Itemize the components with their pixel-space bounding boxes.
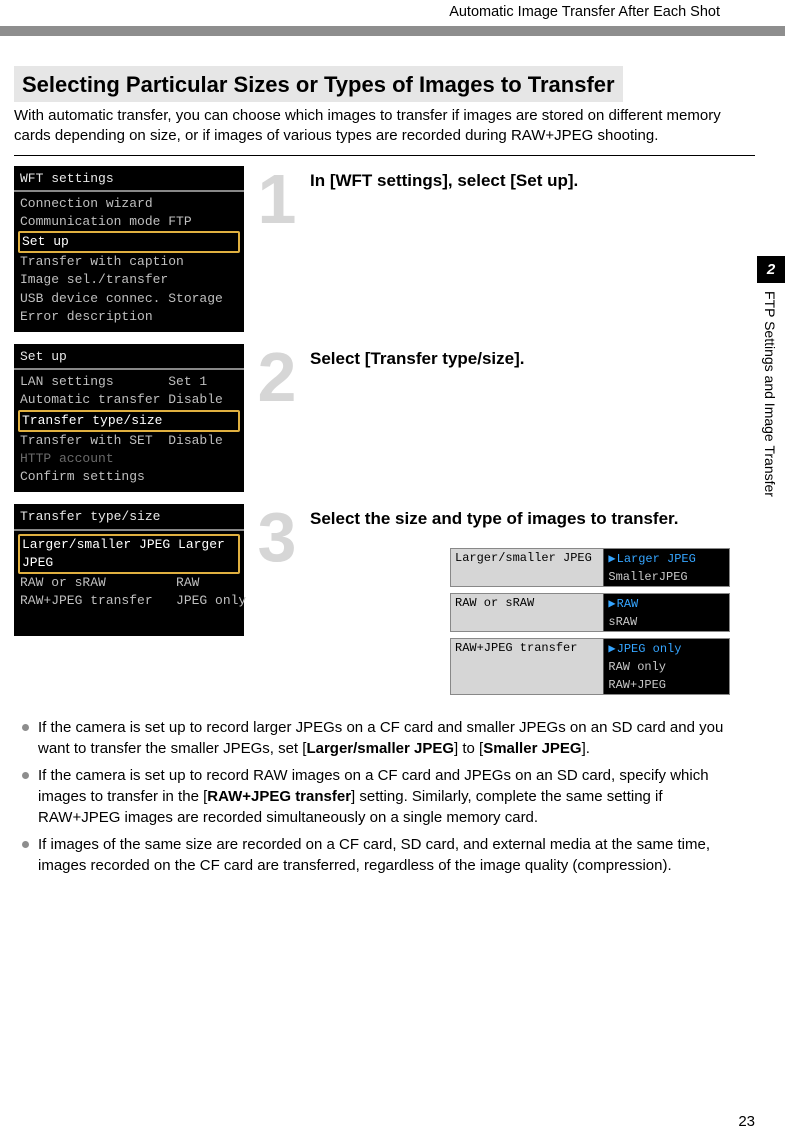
lcd-title: WFT settings (14, 170, 244, 192)
popout-selected: JPEG only (617, 642, 682, 656)
side-tab: 2 FTP Settings and Image Transfer (757, 256, 785, 523)
popout-raw-jpeg: RAW+JPEG transfer ▶JPEG only RAW only RA… (450, 638, 730, 695)
lcd-row: Automatic transfer Disable (14, 391, 244, 409)
bullet-text: If images of the same size are recorded … (38, 836, 710, 874)
lcd-title: Transfer type/size (14, 508, 244, 530)
step-number-2: 2 (252, 348, 302, 408)
bullet-item: If the camera is set up to record RAW im… (20, 765, 749, 828)
bullet-bold: Smaller JPEG (483, 740, 581, 757)
triangle-icon: ▶ (608, 596, 615, 611)
option-popouts: Larger/smaller JPEG ▶Larger JPEG Smaller… (450, 548, 755, 695)
divider (14, 155, 755, 156)
popout-label: RAW+JPEG transfer (451, 639, 604, 694)
step-text-2: Select [Transfer type/size]. (310, 344, 524, 370)
lcd-row: RAW+JPEG transfer JPEG only (14, 592, 244, 610)
popout-selected: Larger JPEG (617, 552, 696, 566)
header-bar (0, 26, 785, 36)
step-number-1: 1 (252, 170, 302, 230)
bullet-list: If the camera is set up to record larger… (20, 717, 749, 876)
step-text-3: Select the size and type of images to tr… (310, 504, 755, 530)
step-text-1: In [WFT settings], select [Set up]. (310, 166, 578, 192)
lcd-row-selected: Transfer type/size (18, 410, 240, 432)
lcd-row: Confirm settings (14, 468, 244, 486)
side-tab-label: FTP Settings and Image Transfer (757, 283, 783, 523)
triangle-icon: ▶ (608, 551, 615, 566)
step-number-3: 3 (252, 508, 302, 568)
popout-label: Larger/smaller JPEG (451, 549, 604, 586)
popout-selected: RAW (617, 597, 639, 611)
side-tab-number: 2 (757, 256, 785, 283)
popout-raw-sraw: RAW or sRAW ▶RAW sRAW (450, 593, 730, 632)
step-3: Transfer type/size Larger/smaller JPEG L… (14, 504, 755, 705)
popout-option: SmallerJPEG (604, 568, 729, 586)
lcd-row: Image sel./transfer (14, 271, 244, 289)
lcd-row: Connection wizard (14, 195, 244, 213)
section-title: Selecting Particular Sizes or Types of I… (22, 72, 615, 97)
popout-label: RAW or sRAW (451, 594, 604, 631)
lcd-row: USB device connec. Storage (14, 290, 244, 308)
lcd-screenshot-1: WFT settings Connection wizard Communica… (14, 166, 244, 333)
section-title-box: Selecting Particular Sizes or Types of I… (14, 66, 623, 102)
popout-option: RAW+JPEG (604, 676, 729, 694)
intro-text: With automatic transfer, you can choose … (14, 106, 755, 147)
lcd-row: RAW or sRAW RAW (14, 574, 244, 592)
lcd-row: Communication mode FTP (14, 213, 244, 231)
step-1: WFT settings Connection wizard Communica… (14, 166, 755, 333)
lcd-screenshot-3: Transfer type/size Larger/smaller JPEG L… (14, 504, 244, 636)
popout-larger-smaller: Larger/smaller JPEG ▶Larger JPEG Smaller… (450, 548, 730, 587)
lcd-row-selected: Larger/smaller JPEG Larger JPEG (18, 534, 240, 574)
bullet-bold: Larger/smaller JPEG (306, 740, 454, 757)
lcd-row-disabled: HTTP account (14, 450, 244, 468)
lcd-row: Transfer with SET Disable (14, 432, 244, 450)
page-number: 23 (738, 1113, 755, 1130)
step-2: Set up LAN settings Set 1 Automatic tran… (14, 344, 755, 492)
popout-option: sRAW (604, 613, 729, 631)
triangle-icon: ▶ (608, 641, 615, 656)
bullet-item: If images of the same size are recorded … (20, 834, 749, 876)
lcd-screenshot-2: Set up LAN settings Set 1 Automatic tran… (14, 344, 244, 492)
lcd-row: Transfer with caption (14, 253, 244, 271)
bullet-text: ]. (582, 740, 590, 757)
lcd-row: LAN settings Set 1 (14, 373, 244, 391)
bullet-bold: RAW+JPEG transfer (207, 788, 351, 805)
chapter-title: Automatic Image Transfer After Each Shot (40, 4, 745, 20)
lcd-title: Set up (14, 348, 244, 370)
bullet-text: ] to [ (454, 740, 483, 757)
popout-option: RAW only (604, 658, 729, 676)
bullet-item: If the camera is set up to record larger… (20, 717, 749, 759)
lcd-row-selected: Set up (18, 231, 240, 253)
lcd-row: Error description (14, 308, 244, 326)
